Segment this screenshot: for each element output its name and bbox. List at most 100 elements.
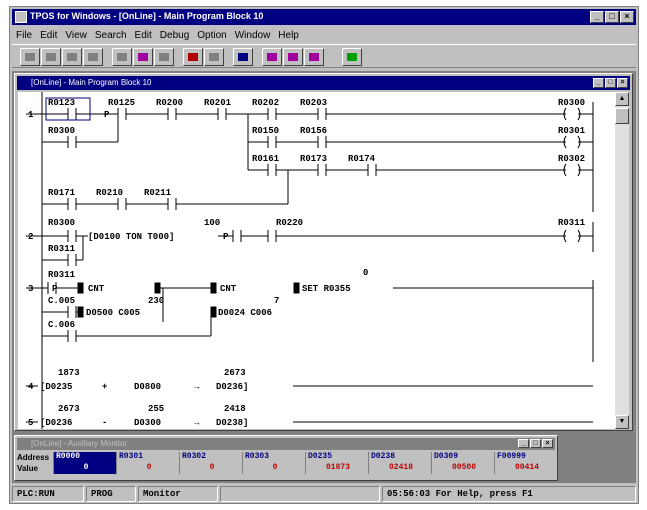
contact-label: R0210 [96, 188, 123, 198]
monitor-value[interactable]: 0 [242, 463, 305, 474]
contact-label: C.006 [48, 320, 75, 330]
operand-value: 2673 [224, 368, 246, 378]
contact-label: R0220 [276, 218, 303, 228]
scroll-down-arrow-icon[interactable]: ▼ [615, 415, 629, 429]
math-operator: + [102, 382, 107, 392]
math-operand: D0236] [216, 382, 248, 392]
vertical-scrollbar[interactable]: ▲ ▼ [615, 92, 629, 429]
menu-window[interactable]: Window [235, 30, 271, 41]
monitor-close-button[interactable]: × [542, 439, 553, 448]
paste-button[interactable] [154, 48, 174, 66]
download-button[interactable] [262, 48, 282, 66]
copy-button[interactable] [133, 48, 153, 66]
menu-help[interactable]: Help [278, 30, 299, 41]
monitor-address[interactable]: D0235 [305, 452, 368, 463]
math-operand: [D0236 [40, 418, 72, 428]
close-button[interactable]: × [620, 11, 634, 23]
rung-number-5: 5 [28, 418, 33, 428]
contact-label: R0150 [252, 126, 279, 136]
contact-label: R0311 [48, 244, 76, 254]
minimize-button[interactable]: _ [590, 11, 604, 23]
menu-debug[interactable]: Debug [160, 30, 189, 41]
help-button[interactable] [342, 48, 362, 66]
menu-option[interactable]: Option [197, 30, 226, 41]
monitor-title-bar[interactable]: [OnLine] - Auxiliary Monitor _ □ × [17, 438, 555, 450]
monitor-address[interactable]: R0303 [242, 452, 305, 463]
status-prog: PROG [86, 486, 136, 502]
print-button[interactable] [83, 48, 103, 66]
counter-preset: 230 [148, 296, 164, 306]
child-maximize-button[interactable]: □ [605, 78, 616, 88]
counter-register: D0500 C005 [86, 308, 140, 318]
contact-label: R0174 [348, 154, 376, 164]
monitor-title: [OnLine] - Auxiliary Monitor [31, 439, 128, 448]
compile-button[interactable] [183, 48, 203, 66]
child-minimize-button[interactable]: _ [593, 78, 604, 88]
mdi-area: [OnLine] - Main Program Block 10 _ □ × 1… [12, 71, 636, 483]
program-block-title-bar[interactable]: [OnLine] - Main Program Block 10 _ □ × [17, 76, 630, 90]
save-button[interactable] [62, 48, 82, 66]
monitor-minimize-button[interactable]: _ [518, 439, 529, 448]
menu-edit-2[interactable]: Edit [135, 30, 152, 41]
contact-label: R0311 [48, 270, 76, 280]
set-instruction: SET R0355 [302, 284, 351, 294]
operand-value: 2418 [224, 404, 246, 414]
math-arrow: → [194, 382, 200, 392]
status-bar: PLC:RUN PROG Monitor 05:56:03 For Help, … [12, 486, 636, 502]
monitor-value[interactable]: 00414 [494, 463, 557, 474]
maximize-button[interactable]: □ [605, 11, 619, 23]
monitor-address[interactable]: R0302 [179, 452, 242, 463]
rung-number-4: 4 [28, 382, 34, 392]
menu-file[interactable]: File [16, 30, 32, 41]
verify-button[interactable] [204, 48, 224, 66]
monitor-value[interactable]: 01873 [305, 463, 368, 474]
rung-number-1: 1 [28, 110, 34, 120]
monitor-value[interactable]: 0 [53, 463, 116, 474]
monitor-address[interactable]: F00999 [494, 452, 557, 463]
open-file-button[interactable] [41, 48, 61, 66]
cut-button[interactable] [112, 48, 132, 66]
monitor-value[interactable]: 0 [116, 463, 179, 474]
coil-label: R0302 [558, 154, 585, 164]
set-value: 0 [363, 268, 368, 278]
upload-button[interactable] [283, 48, 303, 66]
math-operand: D0238] [216, 418, 248, 428]
title-bar[interactable]: TPOS for Windows - [OnLine] - Main Progr… [12, 9, 636, 25]
status-empty [220, 486, 380, 502]
monitor-value[interactable]: 02418 [368, 463, 431, 474]
new-file-button[interactable] [20, 48, 40, 66]
monitor-button[interactable] [233, 48, 253, 66]
auxiliary-monitor-window: [OnLine] - Auxiliary Monitor _ □ × Addre… [14, 435, 558, 481]
menu-view[interactable]: View [65, 30, 87, 41]
contact-label: R0125 [108, 98, 135, 108]
scroll-up-arrow-icon[interactable]: ▲ [615, 92, 629, 106]
status-monitor: Monitor [138, 486, 218, 502]
contact-label: C.005 [48, 296, 75, 306]
window-title: TPOS for Windows - [OnLine] - Main Progr… [30, 11, 264, 21]
monitor-maximize-button[interactable]: □ [530, 439, 541, 448]
scroll-thumb[interactable] [615, 108, 629, 124]
rung-number-3: 3 [28, 284, 33, 294]
menu-search[interactable]: Search [95, 30, 127, 41]
rung-number-2: 2 [28, 232, 33, 242]
main-window: TPOS for Windows - [OnLine] - Main Progr… [9, 6, 639, 504]
monitor-address[interactable]: D0309 [431, 452, 494, 463]
contact-label: R0161 [252, 154, 280, 164]
monitor-address[interactable]: R0301 [116, 452, 179, 463]
monitor-value[interactable]: 0 [179, 463, 242, 474]
compare-button[interactable] [304, 48, 324, 66]
contact-label: R0173 [300, 154, 327, 164]
app-icon[interactable] [15, 11, 27, 23]
monitor-value[interactable]: 00500 [431, 463, 494, 474]
timer-preset: 100 [204, 218, 220, 228]
child-close-button[interactable]: × [617, 78, 628, 88]
coil-label: R0300 [558, 98, 585, 108]
ladder-diagram[interactable]: 1 2 3 4 5 R0123 R0125 R0200 R0201 R0202 … [18, 92, 616, 429]
contact-label: R0201 [204, 98, 232, 108]
counter-label: CNT [220, 284, 237, 294]
toolbar [12, 44, 636, 68]
menu-edit[interactable]: Edit [40, 30, 57, 41]
program-block-window: [OnLine] - Main Program Block 10 _ □ × 1… [14, 73, 633, 431]
monitor-address[interactable]: D0238 [368, 452, 431, 463]
monitor-address[interactable]: R0000 [53, 452, 116, 463]
